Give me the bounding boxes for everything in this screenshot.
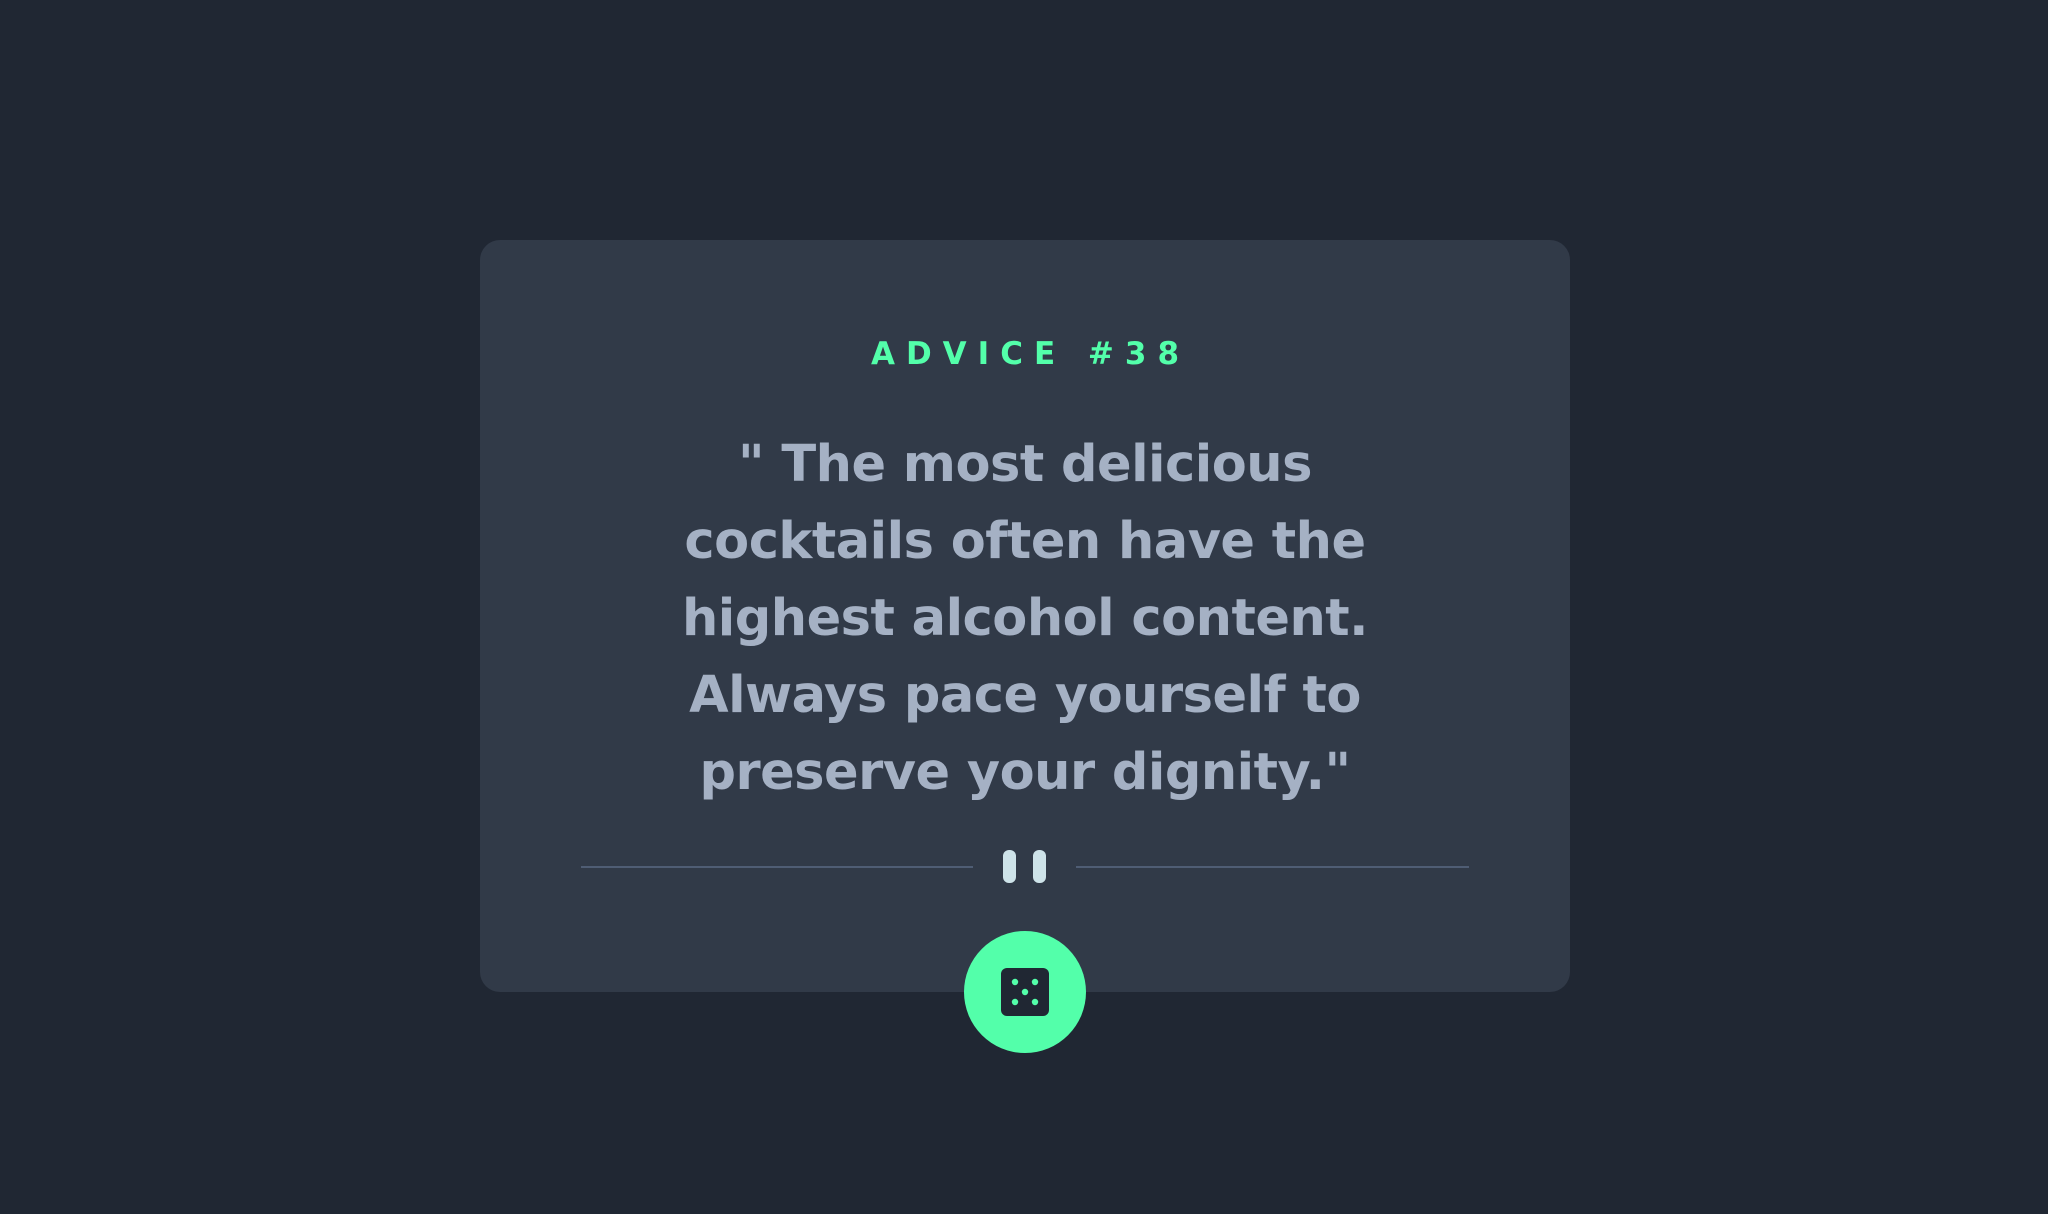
generate-advice-button[interactable] — [964, 931, 1086, 1053]
pause-icon — [1003, 850, 1047, 883]
divider-line-right — [1076, 866, 1469, 868]
dice-icon — [1001, 968, 1049, 1016]
advice-quote: " The most delicious cocktails often hav… — [681, 435, 1369, 802]
divider-line-left — [581, 866, 973, 868]
advice-number: ADVICE #38 — [870, 336, 1191, 372]
pause-bar-left — [1003, 850, 1016, 883]
pause-bar-right — [1033, 850, 1046, 883]
advice-card: ADVICE #38 " The most delicious cocktail… — [480, 240, 1570, 1053]
